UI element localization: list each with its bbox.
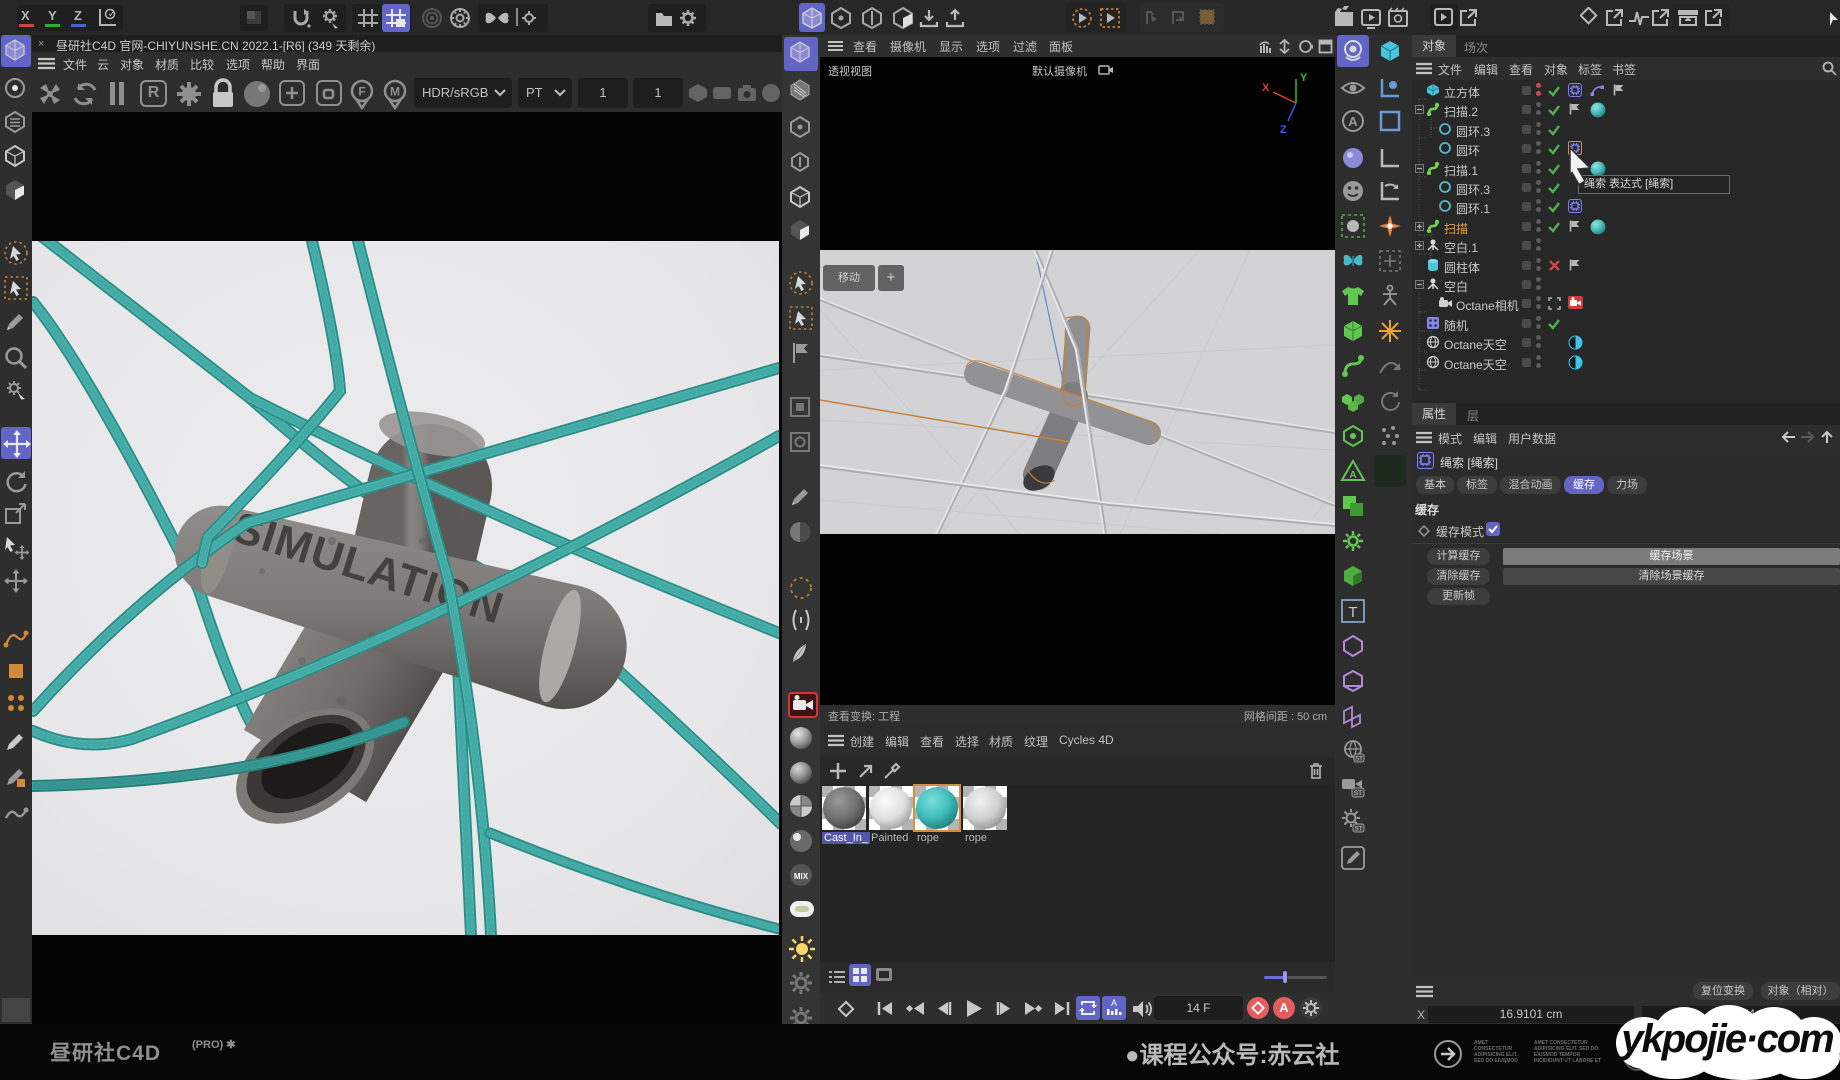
svg-text:X: X xyxy=(1262,82,1270,94)
svg-text:MIX: MIX xyxy=(794,872,809,881)
svg-text:F: F xyxy=(358,85,365,99)
svg-text:Z: Z xyxy=(1280,124,1287,136)
svg-text:A: A xyxy=(1111,998,1117,1008)
svg-text:A: A xyxy=(1348,114,1358,129)
svg-text:M: M xyxy=(390,85,400,99)
svg-text:A: A xyxy=(1349,470,1356,481)
svg-text:ST: ST xyxy=(1355,757,1363,763)
svg-text:ykpojie·com: ykpojie·com xyxy=(1619,1017,1833,1061)
svg-text:ST: ST xyxy=(1355,827,1363,833)
svg-text:Y: Y xyxy=(1300,72,1308,84)
svg-text:ST: ST xyxy=(1354,790,1362,797)
svg-text:T: T xyxy=(1348,604,1357,621)
